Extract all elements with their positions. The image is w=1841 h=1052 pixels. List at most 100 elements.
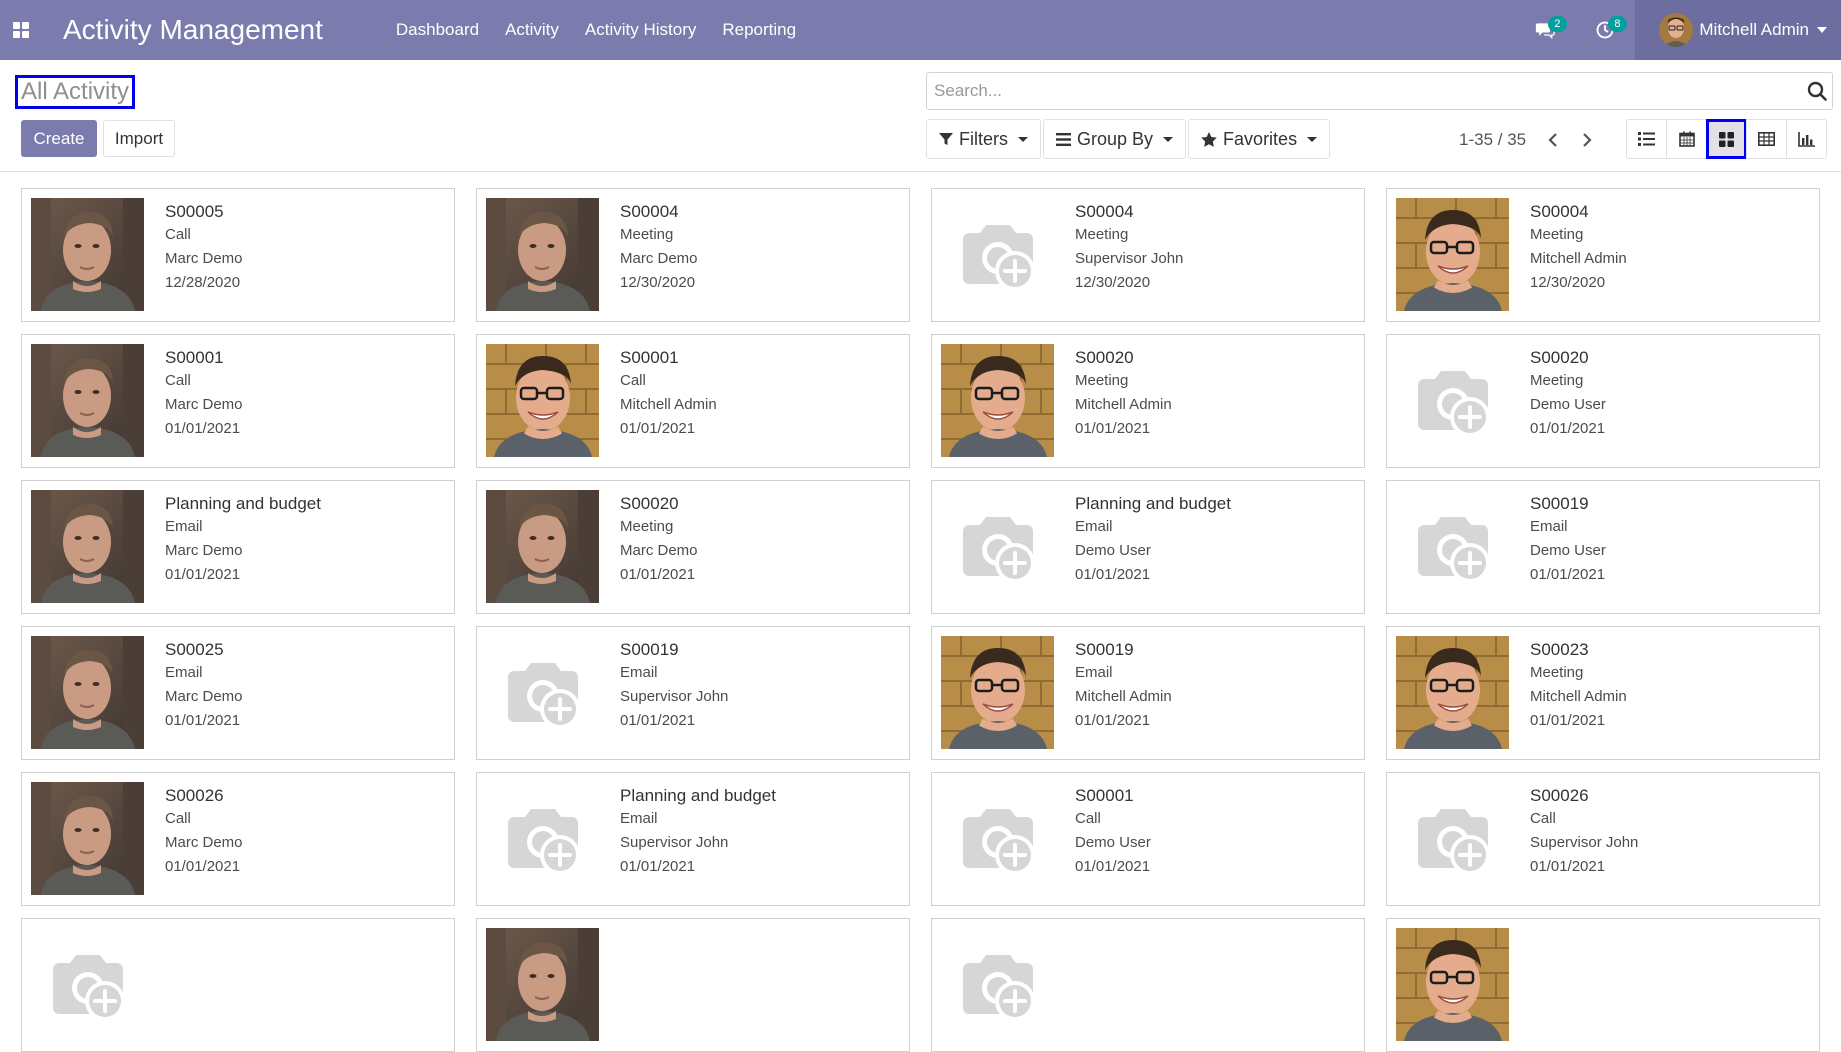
card-activity-type: Call <box>620 372 646 389</box>
card-assigned-user: Demo User <box>1075 542 1151 559</box>
card-reference: S00005 <box>165 202 224 221</box>
chevron-down-icon <box>1817 27 1827 33</box>
pager-value[interactable]: 1-35 / 35 <box>1459 130 1526 150</box>
card-details: S00004 Meeting Supervisor John 12/30/2020 <box>1075 198 1183 312</box>
card-due-date: 12/28/2020 <box>165 274 241 291</box>
card-details: S00019 Email Demo User 01/01/2021 <box>1530 490 1606 604</box>
kanban-card[interactable]: S00001 Call Demo User 01/01/2021 <box>931 772 1365 906</box>
menu-item-reporting[interactable]: Reporting <box>709 0 809 60</box>
app-title[interactable]: Activity Management <box>63 14 323 46</box>
avatar <box>1396 928 1509 1041</box>
kanban-card[interactable]: S00019 Email Demo User 01/01/2021 <box>1386 480 1820 614</box>
card-activity-type: Email <box>1075 518 1113 535</box>
card-due-date: 01/01/2021 <box>1075 566 1151 583</box>
card-assigned-user: Marc Demo <box>165 834 243 851</box>
kanban-card[interactable]: S00023 Meeting Mitchell Admin 01/01/2021 <box>1386 626 1820 760</box>
camera-placeholder-icon <box>941 198 1054 311</box>
chevron-down-icon <box>1018 136 1028 142</box>
search-bar <box>926 72 1833 110</box>
kanban-card[interactable]: S00001 Call Marc Demo 01/01/2021 <box>21 334 455 468</box>
apps-menu-icon[interactable] <box>0 0 42 60</box>
search-icon[interactable] <box>1802 74 1832 108</box>
kanban-card[interactable]: S00026 Call Supervisor John 01/01/2021 <box>1386 772 1820 906</box>
messaging-menu[interactable]: 2 <box>1515 0 1575 60</box>
kanban-card[interactable]: S00001 Call Mitchell Admin 01/01/2021 <box>476 334 910 468</box>
kanban-card[interactable]: S00019 Email Mitchell Admin 01/01/2021 <box>931 626 1365 760</box>
card-due-date: 01/01/2021 <box>1530 858 1606 875</box>
create-button[interactable]: Create <box>21 120 97 157</box>
avatar <box>31 490 144 603</box>
kanban-card[interactable]: S00004 Meeting Marc Demo 12/30/2020 <box>476 188 910 322</box>
card-due-date: 01/01/2021 <box>620 858 696 875</box>
activity-menu[interactable]: 8 <box>1575 0 1635 60</box>
favorites-dropdown[interactable]: Favorites <box>1188 119 1331 159</box>
kanban-card[interactable]: Planning and budget Email Demo User 01/01/2… <box>931 480 1365 614</box>
pager-previous-icon[interactable] <box>1536 129 1570 151</box>
card-reference: S00019 <box>620 640 679 659</box>
user-name: Mitchell Admin <box>1699 20 1809 39</box>
card-reference: S00025 <box>165 640 224 659</box>
card-reference: S00004 <box>1530 202 1589 221</box>
card-assigned-user: Marc Demo <box>165 250 243 267</box>
menu-item-dashboard[interactable]: Dashboard <box>383 0 492 60</box>
card-reference: S00019 <box>1075 640 1134 659</box>
kanban-card[interactable]: S00005 Call Marc Demo 12/28/2020 <box>21 188 455 322</box>
kanban-card[interactable]: S00004 Meeting Mitchell Admin 12/30/2020 <box>1386 188 1820 322</box>
kanban-card[interactable] <box>1386 918 1820 1052</box>
kanban-card[interactable] <box>21 918 455 1052</box>
card-reference: Planning and budget <box>165 494 321 513</box>
card-details: S00004 Meeting Marc Demo 12/30/2020 <box>620 198 698 312</box>
kanban-card[interactable]: S00020 Meeting Marc Demo 01/01/2021 <box>476 480 910 614</box>
kanban-card[interactable] <box>476 918 910 1052</box>
kanban-card[interactable]: S00019 Email Supervisor John 01/01/2021 <box>476 626 910 760</box>
card-activity-type: Email <box>165 518 203 535</box>
list-view-icon[interactable] <box>1626 119 1667 159</box>
card-activity-type: Call <box>1530 810 1556 827</box>
card-details: S00001 Call Mitchell Admin 01/01/2021 <box>620 344 717 458</box>
avatar <box>31 198 144 311</box>
kanban-card[interactable]: S00004 Meeting Supervisor John 12/30/2020 <box>931 188 1365 322</box>
card-reference: S00026 <box>1530 786 1589 805</box>
bars-icon <box>1056 132 1071 146</box>
graph-view-icon[interactable] <box>1786 119 1827 159</box>
menu-item-activity[interactable]: Activity <box>492 0 572 60</box>
card-activity-type: Call <box>165 810 191 827</box>
kanban-card[interactable]: S00020 Meeting Demo User 01/01/2021 <box>1386 334 1820 468</box>
user-menu[interactable]: Mitchell Admin <box>1635 0 1841 60</box>
kanban-view-icon[interactable] <box>1706 119 1747 159</box>
main-menu: Dashboard Activity Activity History Repo… <box>383 0 809 60</box>
card-activity-type: Meeting <box>1530 226 1584 243</box>
calendar-view-icon[interactable] <box>1666 119 1707 159</box>
star-icon <box>1201 131 1217 147</box>
avatar <box>31 344 144 457</box>
card-assigned-user: Mitchell Admin <box>1530 688 1627 705</box>
page-title: All Activity <box>15 75 136 109</box>
avatar <box>31 636 144 749</box>
kanban-card[interactable]: S00020 Meeting Mitchell Admin 01/01/2021 <box>931 334 1365 468</box>
control-panel: All Activity Create Import Filters Group… <box>0 60 1841 172</box>
kanban-card[interactable]: Planning and budget Email Marc Demo 01/01/2… <box>21 480 455 614</box>
kanban-card[interactable]: Planning and budget Email Supervisor John 0… <box>476 772 910 906</box>
card-reference: S00001 <box>1075 786 1134 805</box>
card-details: S00001 Call Marc Demo 01/01/2021 <box>165 344 243 458</box>
card-due-date: 12/30/2020 <box>1075 274 1151 291</box>
import-button[interactable]: Import <box>103 120 175 157</box>
kanban-card[interactable]: S00025 Email Marc Demo 01/01/2021 <box>21 626 455 760</box>
camera-placeholder-icon <box>941 490 1054 603</box>
avatar <box>1659 13 1694 47</box>
search-input[interactable] <box>927 74 1802 108</box>
card-assigned-user: Marc Demo <box>165 688 243 705</box>
card-assigned-user: Demo User <box>1530 396 1606 413</box>
menu-item-activity-history[interactable]: Activity History <box>572 0 709 60</box>
pager-next-icon[interactable] <box>1570 129 1604 151</box>
card-details: S00023 Meeting Mitchell Admin 01/01/2021 <box>1530 636 1627 750</box>
groupby-label: Group By <box>1077 128 1154 149</box>
groupby-dropdown[interactable]: Group By <box>1043 119 1187 159</box>
pivot-view-icon[interactable] <box>1746 119 1787 159</box>
kanban-card[interactable] <box>931 918 1365 1052</box>
card-due-date: 01/01/2021 <box>1530 712 1606 729</box>
kanban-card[interactable]: S00026 Call Marc Demo 01/01/2021 <box>21 772 455 906</box>
card-activity-type: Call <box>165 372 191 389</box>
search-options: Filters Group By Favorites <box>926 119 1332 159</box>
filters-dropdown[interactable]: Filters <box>926 119 1041 159</box>
